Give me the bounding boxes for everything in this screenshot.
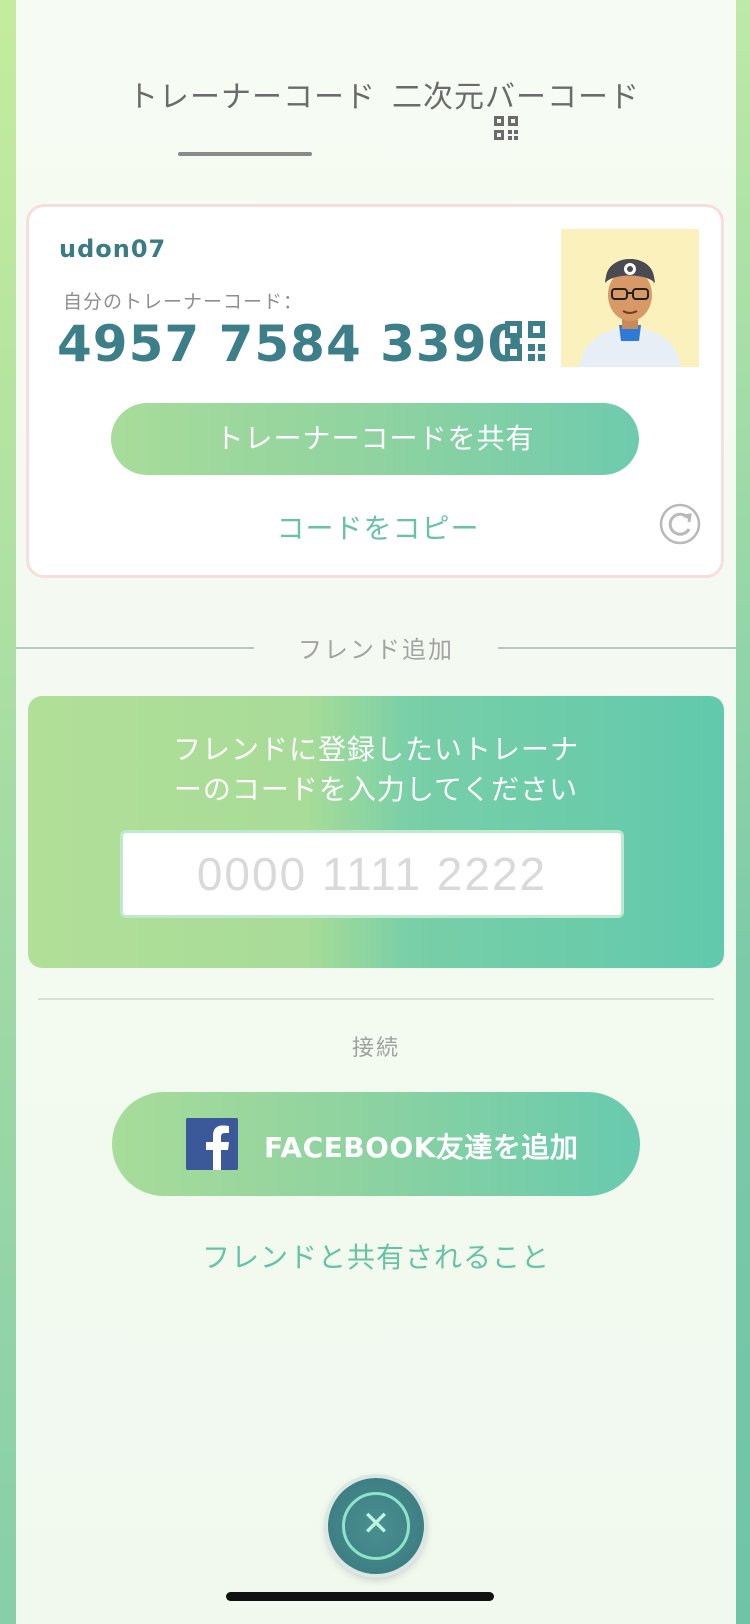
- add-friend-box: フレンドに登録したいトレーナ ーのコードを入力してください: [28, 696, 724, 968]
- close-icon: ✕: [361, 1504, 391, 1544]
- right-edge: [736, 0, 750, 1624]
- close-button[interactable]: ✕: [328, 1478, 424, 1574]
- home-indicator: [226, 1592, 494, 1601]
- trainer-username: udon07: [59, 235, 167, 263]
- shared-info-link[interactable]: フレンドと共有されること: [16, 1236, 736, 1276]
- active-tab-underline: [178, 152, 312, 156]
- add-friend-prompt: フレンドに登録したいトレーナ ーのコードを入力してください: [28, 730, 724, 810]
- add-friend-prompt-line2: ーのコードを入力してください: [173, 773, 579, 806]
- trainer-card: udon07 自分のトレーナーコード： 4957 7584 3390 トレーナー…: [26, 204, 724, 578]
- tab-trainer-code[interactable]: トレーナーコード: [128, 72, 376, 116]
- connect-label: 接続: [351, 1036, 400, 1061]
- add-friend-divider: フレンド追加: [16, 626, 736, 666]
- trainer-code-value: 4957 7584 3390: [57, 315, 524, 373]
- left-edge: [0, 0, 16, 1624]
- qr-code-icon[interactable]: [494, 116, 518, 140]
- add-facebook-friends-button[interactable]: FACEBOOK友達を追加: [112, 1092, 640, 1196]
- tab-bar: トレーナーコード 二次元バーコード: [16, 72, 736, 162]
- add-friend-prompt-line1: フレンドに登録したいトレーナ: [172, 733, 579, 766]
- share-trainer-code-button[interactable]: トレーナーコードを共有: [111, 403, 639, 475]
- friend-code-input[interactable]: [120, 830, 624, 918]
- divider-line-right: [498, 647, 736, 649]
- qr-code-icon[interactable]: [505, 321, 545, 361]
- refresh-icon[interactable]: [659, 503, 701, 545]
- copy-code-link[interactable]: コードをコピー: [29, 507, 727, 547]
- trainer-avatar: [561, 229, 699, 367]
- friend-panel: トレーナーコード 二次元バーコード udon07 自分のトレーナーコード： 49…: [16, 0, 736, 1624]
- trainer-code-label: 自分のトレーナーコード：: [63, 291, 304, 313]
- facebook-button-label: FACEBOOK友達を追加: [264, 1131, 579, 1164]
- connect-separator: [38, 998, 714, 1000]
- avatar-figure: [561, 229, 699, 367]
- tab-qr-code[interactable]: 二次元バーコード: [392, 72, 640, 116]
- facebook-icon: [186, 1118, 238, 1170]
